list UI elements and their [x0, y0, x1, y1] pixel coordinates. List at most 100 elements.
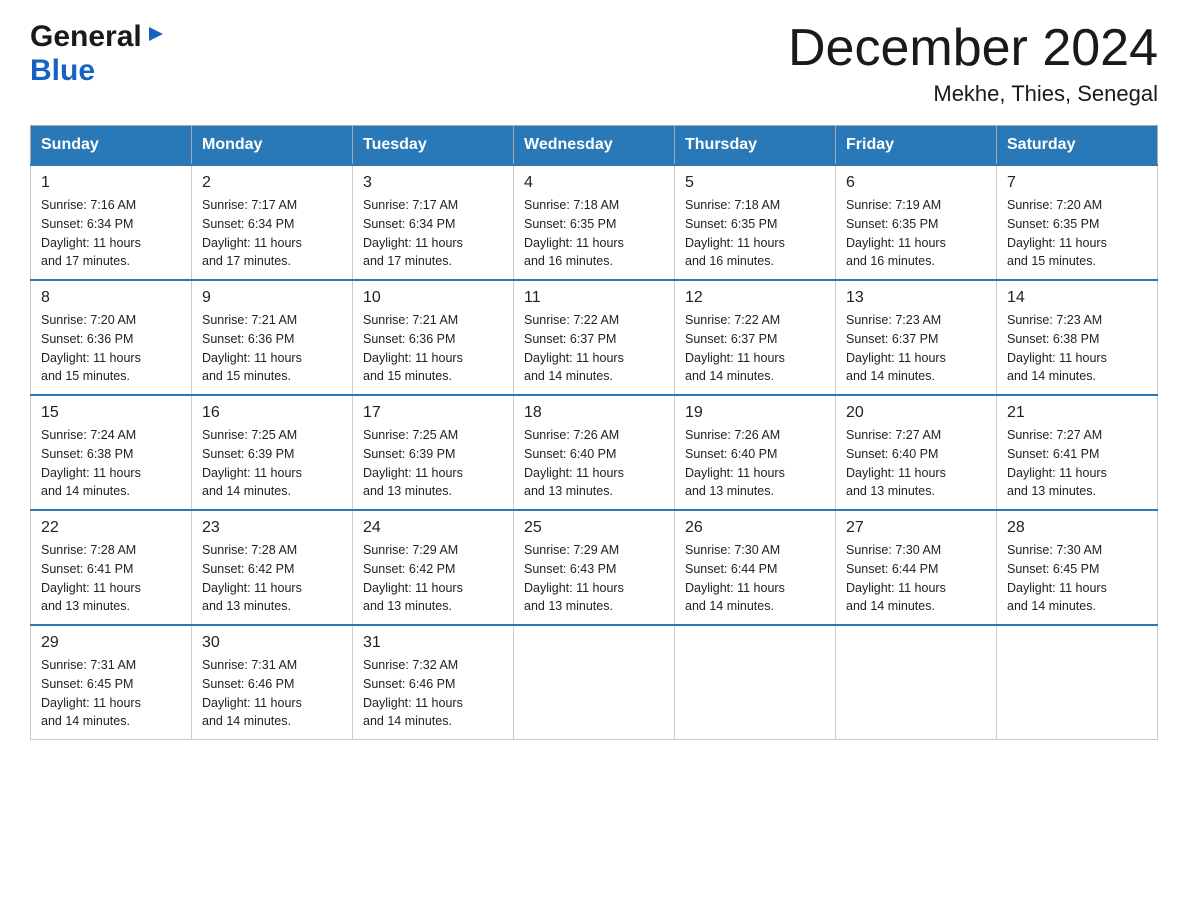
day-number: 7 [1007, 174, 1147, 192]
calendar-cell: 26 Sunrise: 7:30 AMSunset: 6:44 PMDaylig… [675, 510, 836, 625]
day-info: Sunrise: 7:21 AMSunset: 6:36 PMDaylight:… [363, 313, 463, 383]
calendar-cell: 31 Sunrise: 7:32 AMSunset: 6:46 PMDaylig… [353, 625, 514, 740]
logo: General Blue [30, 20, 167, 88]
day-number: 14 [1007, 289, 1147, 307]
calendar-cell: 12 Sunrise: 7:22 AMSunset: 6:37 PMDaylig… [675, 280, 836, 395]
day-info: Sunrise: 7:30 AMSunset: 6:45 PMDaylight:… [1007, 543, 1107, 613]
day-info: Sunrise: 7:18 AMSunset: 6:35 PMDaylight:… [685, 198, 785, 268]
day-info: Sunrise: 7:24 AMSunset: 6:38 PMDaylight:… [41, 428, 141, 498]
week-row-1: 1 Sunrise: 7:16 AMSunset: 6:34 PMDayligh… [31, 165, 1158, 280]
calendar-cell: 2 Sunrise: 7:17 AMSunset: 6:34 PMDayligh… [192, 165, 353, 280]
calendar-cell: 24 Sunrise: 7:29 AMSunset: 6:42 PMDaylig… [353, 510, 514, 625]
page-title: December 2024 [788, 20, 1158, 77]
calendar-cell: 6 Sunrise: 7:19 AMSunset: 6:35 PMDayligh… [836, 165, 997, 280]
day-info: Sunrise: 7:30 AMSunset: 6:44 PMDaylight:… [685, 543, 785, 613]
day-info: Sunrise: 7:26 AMSunset: 6:40 PMDaylight:… [685, 428, 785, 498]
calendar-header-row: SundayMondayTuesdayWednesdayThursdayFrid… [31, 126, 1158, 166]
calendar-header: SundayMondayTuesdayWednesdayThursdayFrid… [31, 126, 1158, 166]
day-number: 19 [685, 404, 825, 422]
calendar-cell: 14 Sunrise: 7:23 AMSunset: 6:38 PMDaylig… [997, 280, 1158, 395]
calendar-cell [675, 625, 836, 740]
day-info: Sunrise: 7:22 AMSunset: 6:37 PMDaylight:… [524, 313, 624, 383]
calendar-cell: 25 Sunrise: 7:29 AMSunset: 6:43 PMDaylig… [514, 510, 675, 625]
calendar-cell: 15 Sunrise: 7:24 AMSunset: 6:38 PMDaylig… [31, 395, 192, 510]
day-info: Sunrise: 7:17 AMSunset: 6:34 PMDaylight:… [363, 198, 463, 268]
calendar-cell: 13 Sunrise: 7:23 AMSunset: 6:37 PMDaylig… [836, 280, 997, 395]
calendar-cell [514, 625, 675, 740]
logo-blue: Blue [30, 54, 95, 87]
header-saturday: Saturday [997, 126, 1158, 166]
calendar-cell: 5 Sunrise: 7:18 AMSunset: 6:35 PMDayligh… [675, 165, 836, 280]
day-info: Sunrise: 7:20 AMSunset: 6:36 PMDaylight:… [41, 313, 141, 383]
header-thursday: Thursday [675, 126, 836, 166]
calendar-cell [836, 625, 997, 740]
week-row-2: 8 Sunrise: 7:20 AMSunset: 6:36 PMDayligh… [31, 280, 1158, 395]
day-number: 30 [202, 634, 342, 652]
day-number: 17 [363, 404, 503, 422]
header-tuesday: Tuesday [353, 126, 514, 166]
day-info: Sunrise: 7:29 AMSunset: 6:42 PMDaylight:… [363, 543, 463, 613]
calendar-cell: 19 Sunrise: 7:26 AMSunset: 6:40 PMDaylig… [675, 395, 836, 510]
calendar-cell: 29 Sunrise: 7:31 AMSunset: 6:45 PMDaylig… [31, 625, 192, 740]
day-info: Sunrise: 7:17 AMSunset: 6:34 PMDaylight:… [202, 198, 302, 268]
day-number: 24 [363, 519, 503, 537]
day-info: Sunrise: 7:29 AMSunset: 6:43 PMDaylight:… [524, 543, 624, 613]
calendar-cell: 7 Sunrise: 7:20 AMSunset: 6:35 PMDayligh… [997, 165, 1158, 280]
day-number: 3 [363, 174, 503, 192]
day-info: Sunrise: 7:16 AMSunset: 6:34 PMDaylight:… [41, 198, 141, 268]
day-number: 20 [846, 404, 986, 422]
day-info: Sunrise: 7:27 AMSunset: 6:41 PMDaylight:… [1007, 428, 1107, 498]
calendar-cell: 27 Sunrise: 7:30 AMSunset: 6:44 PMDaylig… [836, 510, 997, 625]
day-number: 1 [41, 174, 181, 192]
header-sunday: Sunday [31, 126, 192, 166]
logo-general: General [30, 20, 142, 54]
day-info: Sunrise: 7:26 AMSunset: 6:40 PMDaylight:… [524, 428, 624, 498]
title-block: December 2024 Mekhe, Thies, Senegal [788, 20, 1158, 107]
calendar-cell: 9 Sunrise: 7:21 AMSunset: 6:36 PMDayligh… [192, 280, 353, 395]
day-number: 8 [41, 289, 181, 307]
day-number: 18 [524, 404, 664, 422]
day-info: Sunrise: 7:23 AMSunset: 6:37 PMDaylight:… [846, 313, 946, 383]
day-info: Sunrise: 7:32 AMSunset: 6:46 PMDaylight:… [363, 658, 463, 728]
day-number: 15 [41, 404, 181, 422]
day-number: 13 [846, 289, 986, 307]
day-number: 27 [846, 519, 986, 537]
day-info: Sunrise: 7:28 AMSunset: 6:42 PMDaylight:… [202, 543, 302, 613]
calendar: SundayMondayTuesdayWednesdayThursdayFrid… [30, 125, 1158, 740]
day-info: Sunrise: 7:20 AMSunset: 6:35 PMDaylight:… [1007, 198, 1107, 268]
day-info: Sunrise: 7:28 AMSunset: 6:41 PMDaylight:… [41, 543, 141, 613]
calendar-cell [997, 625, 1158, 740]
day-number: 2 [202, 174, 342, 192]
day-info: Sunrise: 7:19 AMSunset: 6:35 PMDaylight:… [846, 198, 946, 268]
calendar-cell: 10 Sunrise: 7:21 AMSunset: 6:36 PMDaylig… [353, 280, 514, 395]
calendar-cell: 8 Sunrise: 7:20 AMSunset: 6:36 PMDayligh… [31, 280, 192, 395]
header: General Blue December 2024 Mekhe, Thies,… [30, 20, 1158, 107]
day-info: Sunrise: 7:25 AMSunset: 6:39 PMDaylight:… [202, 428, 302, 498]
day-number: 25 [524, 519, 664, 537]
day-info: Sunrise: 7:31 AMSunset: 6:46 PMDaylight:… [202, 658, 302, 728]
calendar-cell: 11 Sunrise: 7:22 AMSunset: 6:37 PMDaylig… [514, 280, 675, 395]
calendar-cell: 18 Sunrise: 7:26 AMSunset: 6:40 PMDaylig… [514, 395, 675, 510]
calendar-cell: 28 Sunrise: 7:30 AMSunset: 6:45 PMDaylig… [997, 510, 1158, 625]
day-number: 9 [202, 289, 342, 307]
day-number: 26 [685, 519, 825, 537]
day-info: Sunrise: 7:18 AMSunset: 6:35 PMDaylight:… [524, 198, 624, 268]
day-info: Sunrise: 7:25 AMSunset: 6:39 PMDaylight:… [363, 428, 463, 498]
day-number: 16 [202, 404, 342, 422]
day-number: 21 [1007, 404, 1147, 422]
day-number: 22 [41, 519, 181, 537]
day-info: Sunrise: 7:27 AMSunset: 6:40 PMDaylight:… [846, 428, 946, 498]
header-wednesday: Wednesday [514, 126, 675, 166]
day-info: Sunrise: 7:22 AMSunset: 6:37 PMDaylight:… [685, 313, 785, 383]
logo-arrow-icon [145, 23, 167, 50]
day-number: 11 [524, 289, 664, 307]
header-monday: Monday [192, 126, 353, 166]
day-number: 31 [363, 634, 503, 652]
day-number: 12 [685, 289, 825, 307]
calendar-cell: 20 Sunrise: 7:27 AMSunset: 6:40 PMDaylig… [836, 395, 997, 510]
calendar-cell: 21 Sunrise: 7:27 AMSunset: 6:41 PMDaylig… [997, 395, 1158, 510]
week-row-5: 29 Sunrise: 7:31 AMSunset: 6:45 PMDaylig… [31, 625, 1158, 740]
header-friday: Friday [836, 126, 997, 166]
day-info: Sunrise: 7:31 AMSunset: 6:45 PMDaylight:… [41, 658, 141, 728]
week-row-3: 15 Sunrise: 7:24 AMSunset: 6:38 PMDaylig… [31, 395, 1158, 510]
